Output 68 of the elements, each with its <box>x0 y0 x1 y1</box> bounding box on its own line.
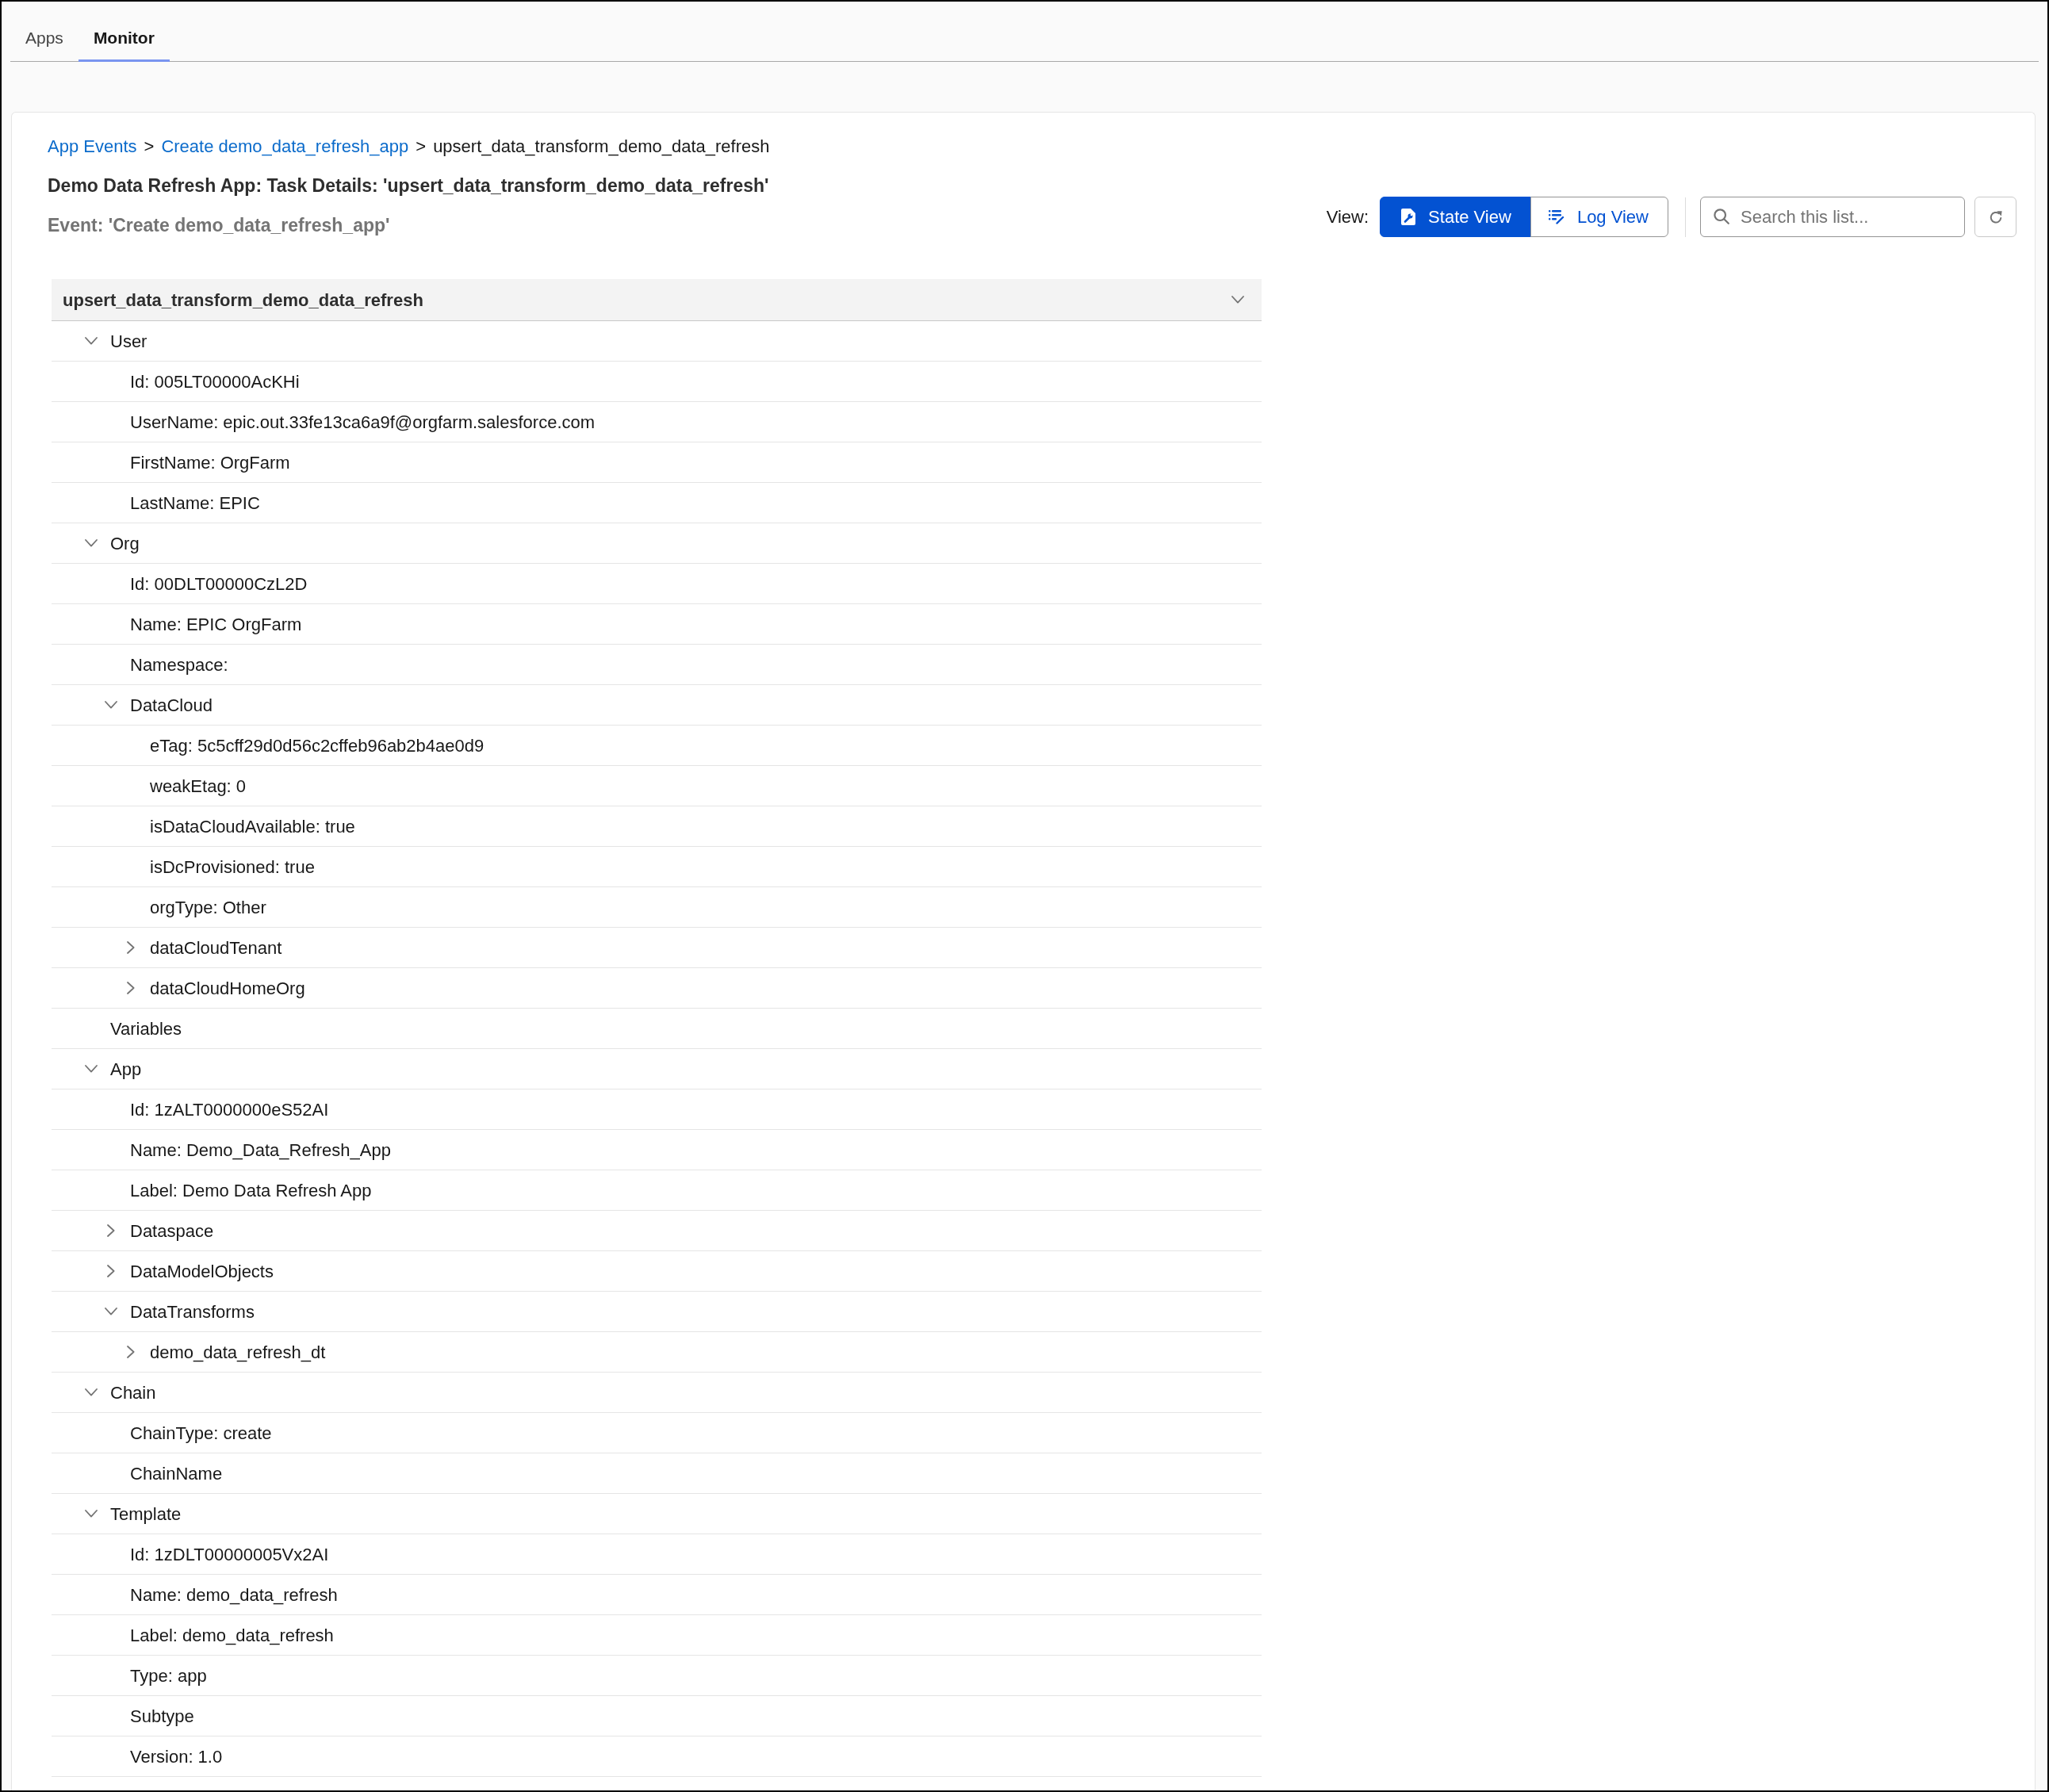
chevron-down-icon[interactable] <box>1231 296 1244 304</box>
property-text: FirstName: OrgFarm <box>130 451 290 474</box>
chevron-right-icon[interactable] <box>107 1224 115 1237</box>
chevron-down-icon[interactable] <box>85 539 98 547</box>
tree-node-label[interactable]: demo_data_refresh_dt <box>150 1338 326 1365</box>
property-text: Label: demo_data_refresh <box>130 1624 334 1647</box>
chevron-down-icon[interactable] <box>85 1510 98 1518</box>
property-text: ChainType: create <box>130 1422 272 1445</box>
tab[interactable]: Monitor <box>78 16 170 62</box>
tree-node-label[interactable]: DataTransforms <box>130 1298 255 1325</box>
property-text: Name: demo_data_refresh <box>130 1583 338 1606</box>
property-text: Id: 005LT00000AcKHi <box>130 370 300 393</box>
property-text: Version: 1.0 <box>130 1745 223 1768</box>
tree-node-label[interactable]: dataCloudTenant <box>150 934 282 961</box>
chevron-down-icon[interactable] <box>85 1065 98 1073</box>
property-text: LastName: EPIC <box>130 492 260 515</box>
chevron-right-icon[interactable] <box>107 1265 115 1277</box>
view-toggle-button[interactable]: Log View <box>1530 197 1668 237</box>
chevron-right-icon[interactable] <box>127 1346 135 1358</box>
property-text: Type: app <box>130 1664 207 1687</box>
property-text: isDcProvisioned: true <box>150 856 315 879</box>
property-text: Id: 1zALT0000000eS52AI <box>130 1098 329 1121</box>
breadcrumb-link[interactable]: App Events <box>48 132 137 159</box>
tree-node-label[interactable]: dataCloudHomeOrg <box>150 974 305 1001</box>
search-icon <box>1714 209 1729 224</box>
refresh-icon <box>1988 209 2003 224</box>
property-text: eTag: 5c5cff29d0d56c2cffeb96ab2b4ae0d9 <box>150 734 484 757</box>
breadcrumb-separator: > <box>416 135 427 158</box>
tree-node-label[interactable]: Chain <box>110 1379 156 1406</box>
property-text: ChainName <box>130 1462 223 1485</box>
breadcrumb-separator: > <box>144 135 155 158</box>
tree-node-label[interactable]: User <box>110 327 147 354</box>
section-header[interactable]: upsert_data_transform_demo_data_refresh <box>52 279 1262 321</box>
view-toggle-button[interactable]: State View <box>1380 197 1531 237</box>
property-text: Namespace: <box>130 653 228 676</box>
property-text: UserName: epic.out.33fe13ca6a9f@orgfarm.salesforce.com <box>130 411 596 434</box>
view-label: View: <box>1326 206 1369 228</box>
chevron-down-icon[interactable] <box>105 701 117 709</box>
tree-node-label[interactable]: App <box>110 1055 142 1082</box>
page-title: Demo Data Refresh App: Task Details: 'upsert_data_transform_demo_data_refresh' <box>48 174 770 197</box>
chevron-down-icon[interactable] <box>85 337 98 345</box>
property-text: weakEtag: 0 <box>150 775 247 798</box>
breadcrumb-current: upsert_data_transform_demo_data_refresh <box>433 135 770 158</box>
property-text: Id: 1zDLT00000005Vx2AI <box>130 1543 329 1566</box>
property-text: Name: Demo_Data_Refresh_App <box>130 1139 391 1162</box>
property-text: Label: Demo Data Refresh App <box>130 1179 372 1202</box>
breadcrumb-link[interactable]: Create demo_data_refresh_app <box>161 132 409 159</box>
property-text: Subtype <box>130 1705 194 1728</box>
tree-node-label[interactable]: DataCloud <box>130 691 213 718</box>
chevron-down-icon[interactable] <box>85 1388 98 1396</box>
property-text: orgType: Other <box>150 896 266 919</box>
list-pencil-icon <box>1548 209 1565 224</box>
chevron-down-icon[interactable] <box>105 1308 117 1315</box>
tree-node-label[interactable]: DataModelObjects <box>130 1258 274 1285</box>
tree-node-label[interactable]: Template <box>110 1500 182 1527</box>
refresh-button[interactable] <box>1974 197 2016 237</box>
property-text: isDataCloudAvailable: true <box>150 815 355 838</box>
tree-node-label[interactable]: Dataspace <box>130 1217 214 1244</box>
search-field[interactable]: Search this list... <box>1700 197 1965 237</box>
chevron-right-icon[interactable] <box>127 941 135 954</box>
property-text: Id: 00DLT00000CzL2D <box>130 572 308 595</box>
chevron-right-icon[interactable] <box>127 982 135 994</box>
tab[interactable]: Apps <box>10 16 79 62</box>
property-text: Variables <box>110 1017 182 1040</box>
event-subtitle: Event: 'Create demo_data_refresh_app' <box>48 213 391 237</box>
tree-node-label[interactable]: Org <box>110 530 140 557</box>
property-text: Name: EPIC OrgFarm <box>130 613 302 636</box>
wrench-document-icon <box>1401 209 1416 225</box>
